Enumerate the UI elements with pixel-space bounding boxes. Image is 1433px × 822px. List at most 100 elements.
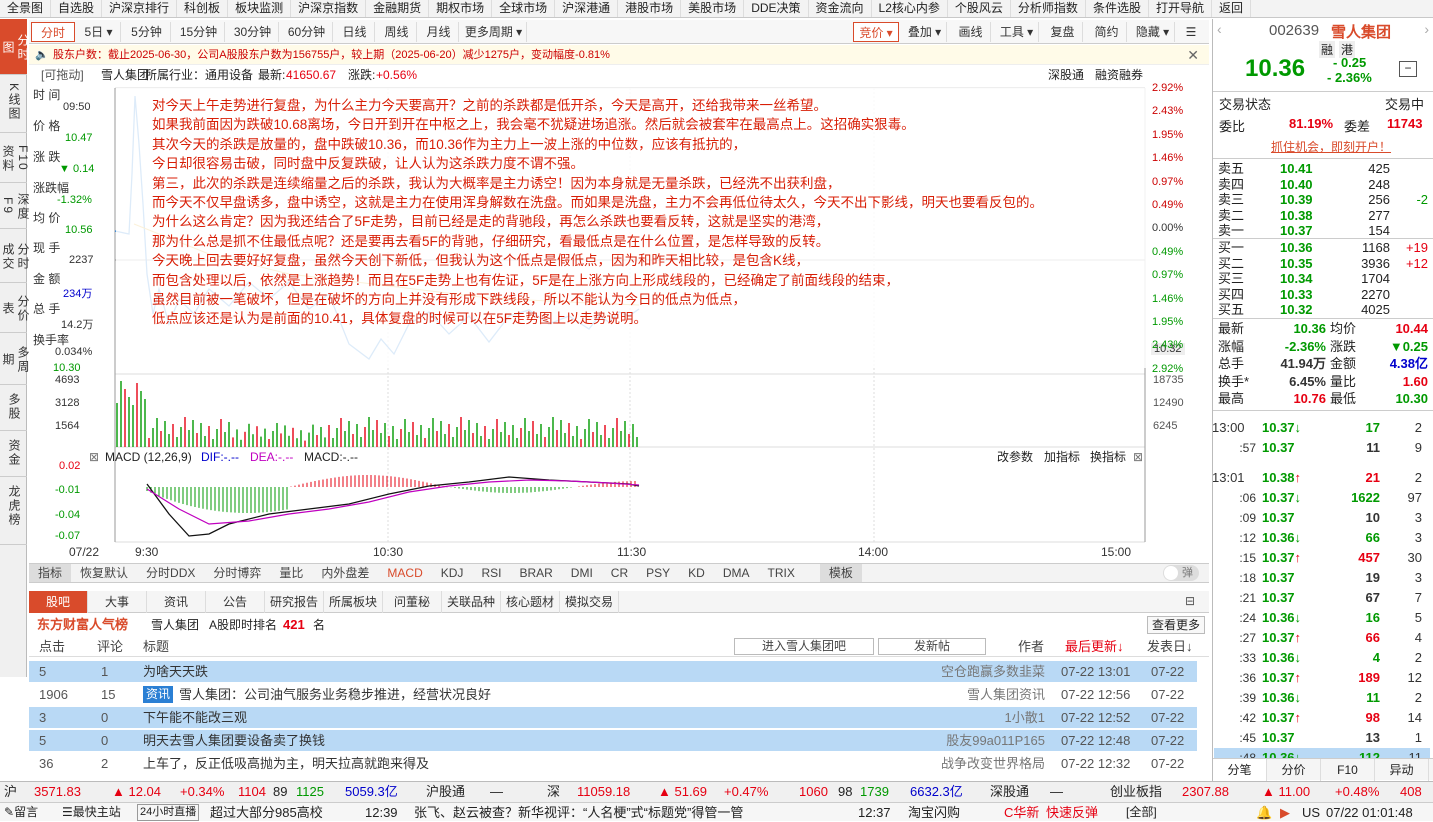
- tab-monthly[interactable]: 月线: [419, 22, 459, 42]
- intraday-chart[interactable]: 时 间 09:50 价 格 10.47 涨 跌 ▼ 0.14 涨跌幅 -1.32…: [29, 82, 1209, 564]
- col-last-updated[interactable]: 最后更新↓: [1065, 637, 1124, 657]
- fastest-site-button[interactable]: ☰最快主站: [62, 803, 121, 822]
- prev-stock-icon[interactable]: ‹: [1217, 21, 1222, 37]
- orderbook-row[interactable]: 卖四 10.40 248: [1218, 177, 1428, 192]
- indicator-tab[interactable]: 分时DDX: [137, 564, 204, 582]
- sgt-label[interactable]: 深股通: [990, 782, 1029, 802]
- menu-item[interactable]: DDE决策: [744, 0, 809, 17]
- orderbook-row[interactable]: 买二 10.35 3936 +12: [1218, 256, 1428, 271]
- close-icon[interactable]: ✕: [1187, 45, 1199, 65]
- left-tab[interactable]: 资金: [0, 431, 27, 477]
- view-more-button[interactable]: 查看更多: [1147, 616, 1206, 634]
- menu-item[interactable]: L2核心内参: [872, 0, 948, 17]
- open-account-link[interactable]: 抓住机会，即刻开户！: [1271, 138, 1391, 155]
- replay-button[interactable]: 复盘: [1043, 22, 1083, 42]
- sgt-link[interactable]: 深股通: [1048, 66, 1084, 84]
- bottom-tab[interactable]: 关联品种: [442, 591, 501, 613]
- bell-icon[interactable]: 🔔: [1256, 803, 1272, 822]
- menu-item[interactable]: 板块监测: [228, 0, 292, 17]
- auction-button[interactable]: 竞价 ▾: [853, 22, 899, 42]
- indicator-tab[interactable]: 分时博弈: [204, 564, 270, 582]
- new-post-button[interactable]: 发新帖: [878, 638, 986, 655]
- col-clicks[interactable]: 点击: [39, 637, 65, 657]
- all-alerts-button[interactable]: [全部]: [1126, 803, 1157, 822]
- news-item[interactable]: 张飞、赵云被查？新华视评：“人名梗”式“标题党”得管一管: [414, 803, 743, 822]
- indicator-tab[interactable]: DMI: [562, 564, 602, 582]
- indicator-tab[interactable]: PSY: [637, 564, 679, 582]
- bottom-tab[interactable]: 所属板块: [324, 591, 383, 613]
- news-item[interactable]: 淘宝闪购: [908, 803, 960, 822]
- menu-icon[interactable]: ☰: [1179, 22, 1203, 42]
- simple-button[interactable]: 简约: [1087, 22, 1127, 42]
- quote-tab[interactable]: 异动: [1375, 759, 1429, 781]
- left-tab[interactable]: 分时成交: [0, 229, 30, 283]
- overlay-button[interactable]: 叠加 ▾: [903, 22, 947, 42]
- indicator-tab[interactable]: 模板: [819, 564, 862, 582]
- indicator-tab[interactable]: BRAR: [510, 564, 561, 582]
- post-row[interactable]: 5 0 明天去雪人集团要设备卖了换钱 股友99a011P165 07-22 12:48 0…: [29, 730, 1197, 751]
- draw-button[interactable]: 画线: [951, 22, 991, 42]
- menu-item[interactable]: 科创板: [177, 0, 229, 17]
- bottom-tab[interactable]: 大事: [88, 591, 147, 613]
- flag-icon[interactable]: ▶: [1280, 803, 1290, 822]
- collapse-icon[interactable]: ⊠: [89, 449, 99, 465]
- tab-30min[interactable]: 30分钟: [227, 22, 279, 42]
- indicator-tab[interactable]: DMA: [714, 564, 759, 582]
- industry-label[interactable]: 所属行业：通用设备: [145, 66, 253, 84]
- menu-item[interactable]: 美股市场: [681, 0, 745, 17]
- bottom-tab[interactable]: 问董秘: [383, 591, 442, 613]
- menu-item[interactable]: 沪深京排行: [102, 0, 178, 17]
- post-row[interactable]: 3 0 下午能不能改三观 1小散1 07-22 12:52 07-22: [29, 707, 1197, 728]
- quote-tab[interactable]: 分笔: [1213, 759, 1267, 781]
- indicator-tab[interactable]: KD: [679, 564, 714, 582]
- menu-item[interactable]: 自选股: [51, 0, 103, 17]
- tab-60min[interactable]: 60分钟: [281, 22, 333, 42]
- menu-item[interactable]: 个股风云: [948, 0, 1011, 17]
- indicator-tab[interactable]: TRIX: [759, 564, 804, 582]
- tab-15min[interactable]: 15分钟: [173, 22, 225, 42]
- hide-button[interactable]: 隐藏 ▾: [1131, 22, 1175, 42]
- live-24h-button[interactable]: 24小时直播: [137, 804, 200, 821]
- menu-item[interactable]: 打开导航: [1149, 0, 1212, 17]
- left-tab[interactable]: 龙虎榜: [0, 477, 27, 545]
- indicator-tab[interactable]: KDJ: [432, 564, 473, 582]
- left-tab[interactable]: 多股: [0, 385, 27, 431]
- tab-5day[interactable]: 5日 ▾: [77, 22, 121, 42]
- popup-toggle[interactable]: 弹: [1163, 565, 1199, 581]
- bottom-tab[interactable]: 模拟交易: [560, 591, 619, 613]
- indicator-tab[interactable]: 恢复默认: [71, 564, 137, 582]
- menu-item[interactable]: 全景图: [0, 0, 52, 17]
- post-row[interactable]: 5 1 为啥天天跌 空仓跑赢多数韭菜 07-22 13:01 07-22: [29, 661, 1197, 682]
- orderbook-row[interactable]: 买五 10.32 4025: [1218, 302, 1428, 317]
- sh-index-label[interactable]: 沪: [4, 782, 17, 802]
- orderbook-row[interactable]: 买三 10.34 1704: [1218, 271, 1428, 286]
- orderbook-row[interactable]: 买一 10.36 1168 +19: [1218, 240, 1428, 255]
- left-tab[interactable]: F10资料: [0, 133, 30, 183]
- orderbook-row[interactable]: 卖五 10.41 425: [1218, 161, 1428, 176]
- orderbook-row[interactable]: 买四 10.33 2270: [1218, 287, 1428, 302]
- indicator-tab[interactable]: MACD: [378, 564, 431, 582]
- tab-intraday[interactable]: 分时: [31, 22, 75, 42]
- indicator-tab[interactable]: 指标: [29, 564, 72, 582]
- enter-forum-button[interactable]: 进入雪人集团吧: [734, 638, 874, 655]
- post-row[interactable]: 1906 15 资讯 雪人集团：公司油气服务业务稳步推进，经营状况良好 雪人集团资讯 07…: [29, 684, 1197, 705]
- bottom-tab[interactable]: 资讯: [147, 591, 206, 613]
- drag-label[interactable]: [可拖动]: [41, 66, 84, 84]
- left-tab[interactable]: 深度F9: [0, 183, 30, 229]
- menu-item[interactable]: 条件选股: [1086, 0, 1149, 17]
- orderbook-row[interactable]: 卖一 10.37 154: [1218, 223, 1428, 238]
- bottom-tab[interactable]: 核心题材: [501, 591, 560, 613]
- tools-button[interactable]: 工具 ▾: [995, 22, 1039, 42]
- tab-daily[interactable]: 日线: [335, 22, 375, 42]
- left-tab[interactable]: 多周期: [0, 333, 30, 385]
- menu-item[interactable]: 全球市场: [492, 0, 556, 17]
- orderbook-row[interactable]: 卖二 10.38 277: [1218, 208, 1428, 223]
- menu-item[interactable]: 分析师指数: [1011, 0, 1086, 17]
- switch-indicator-button[interactable]: 换指标: [1090, 449, 1126, 465]
- margin-link[interactable]: 融资融券: [1095, 66, 1143, 84]
- post-row[interactable]: 36 2 上车了，反正低吸高抛为主，明天拉高就跑来得及 战争改变世界格局 07-22 1…: [29, 753, 1197, 774]
- macd-label[interactable]: MACD (12,26,9): [105, 449, 192, 465]
- sz-index-label[interactable]: 深: [547, 782, 560, 802]
- col-comments[interactable]: 评论: [97, 637, 123, 657]
- message-button[interactable]: ✎留言: [4, 803, 38, 822]
